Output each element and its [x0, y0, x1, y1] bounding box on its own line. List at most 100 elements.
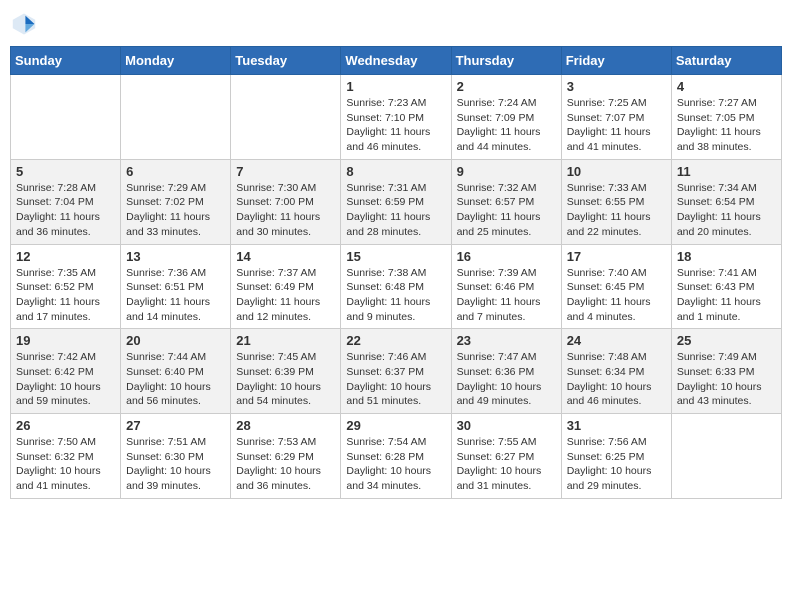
day-number: 7	[236, 164, 335, 179]
logo-icon	[10, 10, 38, 38]
calendar-cell: 20Sunrise: 7:44 AM Sunset: 6:40 PM Dayli…	[121, 329, 231, 414]
day-number: 12	[16, 249, 115, 264]
day-info: Sunrise: 7:34 AM Sunset: 6:54 PM Dayligh…	[677, 181, 776, 240]
calendar-cell	[231, 75, 341, 160]
day-number: 9	[457, 164, 556, 179]
calendar-cell: 2 Sunrise: 7:24 AM Sunset: 7:09 PM Daylig…	[451, 75, 561, 160]
day-number: 27	[126, 418, 225, 433]
day-number: 29	[346, 418, 445, 433]
calendar-header-row: SundayMondayTuesdayWednesdayThursdayFrid…	[11, 47, 782, 75]
day-info: Sunrise: 7:31 AM Sunset: 6:59 PM Dayligh…	[346, 181, 445, 240]
calendar-header-saturday: Saturday	[671, 47, 781, 75]
calendar-cell: 8 Sunrise: 7:31 AM Sunset: 6:59 PM Daylig…	[341, 159, 451, 244]
page-header	[10, 10, 782, 38]
day-info: Sunrise: 7:27 AM Sunset: 7:05 PM Dayligh…	[677, 96, 776, 155]
day-number: 8	[346, 164, 445, 179]
calendar-cell: 24 Sunrise: 7:48 AM Sunset: 6:34 PM Dayli…	[561, 329, 671, 414]
calendar-week-5: 26 Sunrise: 7:50 AM Sunset: 6:32 PM Dayli…	[11, 414, 782, 499]
calendar-cell: 3Sunrise: 7:25 AM Sunset: 7:07 PM Daylig…	[561, 75, 671, 160]
day-info: Sunrise: 7:39 AM Sunset: 6:46 PM Dayligh…	[457, 266, 556, 325]
calendar-cell: 10 Sunrise: 7:33 AM Sunset: 6:55 PM Dayli…	[561, 159, 671, 244]
day-number: 15	[346, 249, 445, 264]
day-info: Sunrise: 7:42 AM Sunset: 6:42 PM Dayligh…	[16, 350, 115, 409]
day-info: Sunrise: 7:32 AM Sunset: 6:57 PM Dayligh…	[457, 181, 556, 240]
logo	[10, 10, 40, 38]
day-number: 21	[236, 333, 335, 348]
day-info: Sunrise: 7:29 AM Sunset: 7:02 PM Dayligh…	[126, 181, 225, 240]
day-info: Sunrise: 7:54 AM Sunset: 6:28 PM Dayligh…	[346, 435, 445, 494]
day-number: 19	[16, 333, 115, 348]
day-number: 2	[457, 79, 556, 94]
calendar-cell: 22Sunrise: 7:46 AM Sunset: 6:37 PM Dayli…	[341, 329, 451, 414]
day-number: 24	[567, 333, 666, 348]
calendar-cell: 5Sunrise: 7:28 AM Sunset: 7:04 PM Daylig…	[11, 159, 121, 244]
day-info: Sunrise: 7:50 AM Sunset: 6:32 PM Dayligh…	[16, 435, 115, 494]
day-info: Sunrise: 7:23 AM Sunset: 7:10 PM Dayligh…	[346, 96, 445, 155]
calendar-cell: 7 Sunrise: 7:30 AM Sunset: 7:00 PM Daylig…	[231, 159, 341, 244]
calendar-cell	[121, 75, 231, 160]
calendar-cell: 31 Sunrise: 7:56 AM Sunset: 6:25 PM Dayli…	[561, 414, 671, 499]
calendar-cell: 18Sunrise: 7:41 AM Sunset: 6:43 PM Dayli…	[671, 244, 781, 329]
day-info: Sunrise: 7:35 AM Sunset: 6:52 PM Dayligh…	[16, 266, 115, 325]
calendar-cell: 9 Sunrise: 7:32 AM Sunset: 6:57 PM Daylig…	[451, 159, 561, 244]
calendar-header-monday: Monday	[121, 47, 231, 75]
day-number: 26	[16, 418, 115, 433]
calendar-week-4: 19 Sunrise: 7:42 AM Sunset: 6:42 PM Dayli…	[11, 329, 782, 414]
day-info: Sunrise: 7:49 AM Sunset: 6:33 PM Dayligh…	[677, 350, 776, 409]
calendar-cell: 23 Sunrise: 7:47 AM Sunset: 6:36 PM Dayli…	[451, 329, 561, 414]
day-number: 25	[677, 333, 776, 348]
calendar-cell: 19 Sunrise: 7:42 AM Sunset: 6:42 PM Dayli…	[11, 329, 121, 414]
calendar-cell: 26 Sunrise: 7:50 AM Sunset: 6:32 PM Dayli…	[11, 414, 121, 499]
calendar-header-wednesday: Wednesday	[341, 47, 451, 75]
calendar-cell: 6 Sunrise: 7:29 AM Sunset: 7:02 PM Daylig…	[121, 159, 231, 244]
day-info: Sunrise: 7:38 AM Sunset: 6:48 PM Dayligh…	[346, 266, 445, 325]
day-info: Sunrise: 7:33 AM Sunset: 6:55 PM Dayligh…	[567, 181, 666, 240]
day-info: Sunrise: 7:24 AM Sunset: 7:09 PM Dayligh…	[457, 96, 556, 155]
day-info: Sunrise: 7:55 AM Sunset: 6:27 PM Dayligh…	[457, 435, 556, 494]
day-info: Sunrise: 7:30 AM Sunset: 7:00 PM Dayligh…	[236, 181, 335, 240]
day-info: Sunrise: 7:53 AM Sunset: 6:29 PM Dayligh…	[236, 435, 335, 494]
day-info: Sunrise: 7:47 AM Sunset: 6:36 PM Dayligh…	[457, 350, 556, 409]
calendar-week-2: 5Sunrise: 7:28 AM Sunset: 7:04 PM Daylig…	[11, 159, 782, 244]
day-info: Sunrise: 7:40 AM Sunset: 6:45 PM Dayligh…	[567, 266, 666, 325]
day-info: Sunrise: 7:56 AM Sunset: 6:25 PM Dayligh…	[567, 435, 666, 494]
day-number: 22	[346, 333, 445, 348]
day-number: 10	[567, 164, 666, 179]
day-number: 28	[236, 418, 335, 433]
calendar-cell: 27Sunrise: 7:51 AM Sunset: 6:30 PM Dayli…	[121, 414, 231, 499]
day-number: 18	[677, 249, 776, 264]
day-number: 31	[567, 418, 666, 433]
calendar-cell: 13Sunrise: 7:36 AM Sunset: 6:51 PM Dayli…	[121, 244, 231, 329]
day-number: 16	[457, 249, 556, 264]
day-number: 14	[236, 249, 335, 264]
calendar-week-3: 12 Sunrise: 7:35 AM Sunset: 6:52 PM Dayli…	[11, 244, 782, 329]
day-number: 4	[677, 79, 776, 94]
day-number: 20	[126, 333, 225, 348]
calendar-header-tuesday: Tuesday	[231, 47, 341, 75]
day-info: Sunrise: 7:48 AM Sunset: 6:34 PM Dayligh…	[567, 350, 666, 409]
day-number: 3	[567, 79, 666, 94]
calendar-cell: 29 Sunrise: 7:54 AM Sunset: 6:28 PM Dayli…	[341, 414, 451, 499]
calendar-cell: 17 Sunrise: 7:40 AM Sunset: 6:45 PM Dayli…	[561, 244, 671, 329]
calendar-cell: 21 Sunrise: 7:45 AM Sunset: 6:39 PM Dayli…	[231, 329, 341, 414]
day-number: 1	[346, 79, 445, 94]
calendar-cell: 1 Sunrise: 7:23 AM Sunset: 7:10 PM Daylig…	[341, 75, 451, 160]
day-info: Sunrise: 7:45 AM Sunset: 6:39 PM Dayligh…	[236, 350, 335, 409]
calendar-cell: 25 Sunrise: 7:49 AM Sunset: 6:33 PM Dayli…	[671, 329, 781, 414]
calendar-header-thursday: Thursday	[451, 47, 561, 75]
calendar-cell: 15 Sunrise: 7:38 AM Sunset: 6:48 PM Dayli…	[341, 244, 451, 329]
calendar-week-1: 1 Sunrise: 7:23 AM Sunset: 7:10 PM Daylig…	[11, 75, 782, 160]
day-info: Sunrise: 7:37 AM Sunset: 6:49 PM Dayligh…	[236, 266, 335, 325]
day-number: 23	[457, 333, 556, 348]
day-number: 6	[126, 164, 225, 179]
day-number: 5	[16, 164, 115, 179]
calendar-cell: 28 Sunrise: 7:53 AM Sunset: 6:29 PM Dayli…	[231, 414, 341, 499]
calendar-cell	[671, 414, 781, 499]
calendar-cell: 11Sunrise: 7:34 AM Sunset: 6:54 PM Dayli…	[671, 159, 781, 244]
calendar-cell	[11, 75, 121, 160]
calendar-cell: 12 Sunrise: 7:35 AM Sunset: 6:52 PM Dayli…	[11, 244, 121, 329]
calendar-cell: 16 Sunrise: 7:39 AM Sunset: 6:46 PM Dayli…	[451, 244, 561, 329]
day-number: 17	[567, 249, 666, 264]
day-info: Sunrise: 7:36 AM Sunset: 6:51 PM Dayligh…	[126, 266, 225, 325]
calendar-header-sunday: Sunday	[11, 47, 121, 75]
